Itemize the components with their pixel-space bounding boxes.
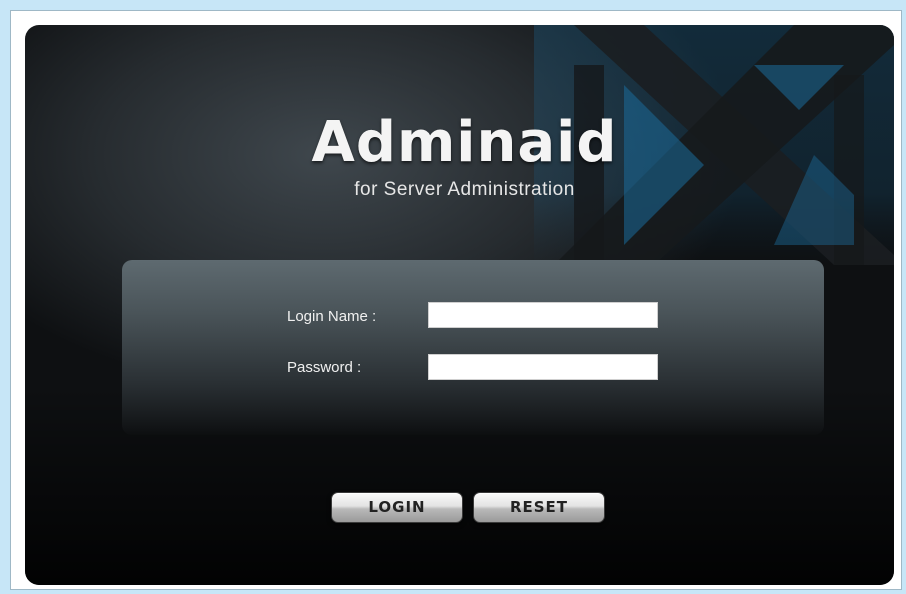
password-input[interactable] <box>428 354 658 380</box>
app-subtitle: for Server Administration <box>354 179 575 200</box>
login-name-input[interactable] <box>428 302 658 328</box>
login-form: Login Name : Password : <box>122 260 824 435</box>
login-name-label: Login Name : <box>287 308 377 325</box>
app-logo: Adminaid for Server Administration <box>25 115 894 201</box>
password-label: Password : <box>287 359 362 376</box>
window-frame: Adminaid for Server Administration Login… <box>10 10 902 590</box>
login-button[interactable]: LOGIN <box>331 492 463 523</box>
reset-button[interactable]: RESET <box>473 492 605 523</box>
login-panel: Adminaid for Server Administration Login… <box>25 25 894 585</box>
app-title: Adminaid <box>311 110 618 175</box>
